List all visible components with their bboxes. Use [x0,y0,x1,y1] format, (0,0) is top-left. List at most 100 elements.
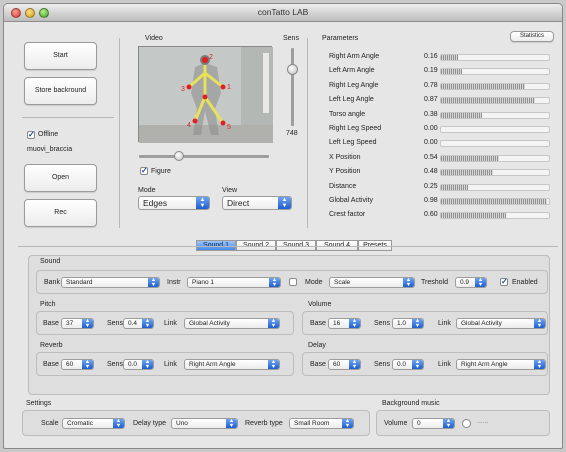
figure-point-label: 4 [187,122,191,129]
bank-select[interactable]: Standard ▲ ▼ [61,277,160,288]
param-bar [440,82,550,90]
sens-slider-track[interactable] [291,48,294,126]
param-bar [440,169,550,177]
music-radio[interactable] [462,419,471,428]
volume-sens-value: 1.0 [397,320,407,327]
tabs-divider [18,246,558,247]
chevron-updown-icon: ▲ ▼ [412,319,423,328]
sound-mode-select-value: Scale [334,279,351,286]
statistics-button[interactable]: Statistics [510,31,554,42]
scale-select-value: Cromatic [67,420,94,427]
param-bar [440,212,550,220]
chevron-updown-icon: ▲ ▼ [412,360,423,369]
figure-point-label: 5 [227,124,231,131]
sens-slider-knob[interactable] [287,64,298,75]
volume-base-stepper[interactable]: 16 ▲ ▼ [328,318,361,329]
sound-mode-select[interactable]: Scale ▲ ▼ [329,277,415,288]
sens-value: 748 [286,130,298,137]
pitch-link-select[interactable]: Global Activity ▲ ▼ [184,318,280,329]
pitch-base-value: 37 [66,320,74,327]
pitch-sens-value: 0.4 [128,320,138,327]
param-bar [440,183,550,191]
pitch-sens-stepper[interactable]: 0.4 ▲ ▼ [123,318,154,329]
chevron-updown-icon: ▲ ▼ [82,319,93,328]
music-file-placeholder: ...... [477,418,489,425]
video-frame: 1 2 3 4 5 [139,47,273,143]
threshold-slider-track[interactable] [139,155,269,158]
chevron-updown-icon: ▲ ▼ [349,360,360,369]
reverb-link-value: Right Arm Angle [189,361,236,368]
title-bar: conTatto LAB [4,4,562,22]
offline-label: Offline [38,131,59,138]
volume-link-label: Link [438,320,451,327]
chevron-updown-icon: ▲ ▼ [82,360,93,369]
delay-base-label: Base [310,361,326,368]
open-button[interactable]: Open [24,164,97,192]
reverb-type-label: Reverb type [245,420,283,427]
volume-link-value: Global Activity [461,320,502,327]
param-value: 0.87 [424,96,438,104]
chevron-updown-icon: ▲ ▼ [148,278,159,287]
music-volume-select[interactable]: 0 ▲ ▼ [412,418,455,429]
reverb-sens-stepper[interactable]: 0.0 ▲ ▼ [123,359,154,370]
treshold-stepper[interactable]: 0.9 ▲ ▼ [455,277,487,288]
chevron-updown-icon: ▲ ▼ [226,419,237,428]
enabled-label: Enabled [512,279,538,286]
delay-type-value: Uno [176,420,188,427]
figure-joint [220,84,226,90]
chevron-updown-icon: ▲ ▼ [142,319,153,328]
column-divider [119,38,120,228]
param-value: 0.00 [424,125,438,132]
param-name: Distance [329,182,357,190]
scale-select[interactable]: Cromatic ▲ ▼ [62,418,125,429]
reverb-link-select[interactable]: Right Arm Angle ▲ ▼ [184,359,280,370]
figure-point-label: 3 [181,86,185,93]
reverb-base-stepper[interactable]: 60 ▲ ▼ [61,359,94,370]
start-button[interactable]: Start [24,42,97,70]
view-select[interactable]: Direct ▲ ▼ [222,196,292,210]
threshold-slider-knob[interactable] [174,151,184,161]
param-name: Left Arm Angle [329,67,375,75]
parameters-title: Parameters [322,35,359,42]
volume-sens-stepper[interactable]: 1.0 ▲ ▼ [392,318,424,329]
reverb-type-select[interactable]: Small Room ▲ ▼ [289,418,354,429]
delay-base-value: 60 [333,361,341,368]
pitch-sens-label: Sens [107,320,123,327]
reverb-title: Reverb [40,342,63,349]
pitch-title: Pitch [40,301,56,308]
param-bar-fill [441,213,506,219]
chevron-updown-icon: ▲ ▼ [268,319,279,328]
delay-link-select[interactable]: Right Arm Angle ▲ ▼ [456,359,546,370]
rec-button[interactable]: Rec [24,199,97,227]
param-name: X Position [329,153,361,161]
chevron-updown-icon: ▲ ▼ [475,278,486,287]
bank-label: Bank [44,279,60,286]
param-name: Torso angle [329,110,366,118]
param-bar [440,111,550,119]
mode-select[interactable]: Edges ▲ ▼ [138,196,210,210]
figure-checkbox[interactable]: ✓ [140,167,148,175]
param-name: Y Position [329,168,361,176]
music-volume-label: Volume [384,420,408,427]
figure-joint [186,84,192,90]
mode-enable-checkbox[interactable] [289,278,297,286]
pitch-link-label: Link [164,320,177,327]
pitch-base-stepper[interactable]: 37 ▲ ▼ [61,318,94,329]
store-background-button[interactable]: Store backround [24,77,97,105]
figure-joint [192,118,198,124]
instr-select[interactable]: Piano 1 ▲ ▼ [187,277,281,288]
figure-point-label: 1 [227,84,231,91]
delay-sens-stepper[interactable]: 0.0 ▲ ▼ [392,359,424,370]
enabled-checkbox[interactable]: ✓ [500,278,508,286]
param-name: Left Leg Angle [329,96,374,104]
chevron-updown-icon: ▲ ▼ [342,419,353,428]
mode-select-value: Edges [143,198,168,208]
column-divider [307,38,308,228]
delay-base-stepper[interactable]: 60 ▲ ▼ [328,359,361,370]
chevron-updown-icon: ▲ ▼ [278,197,291,209]
chevron-updown-icon: ▲ ▼ [142,360,153,369]
settings-title: Settings [26,400,52,407]
delay-type-select[interactable]: Uno ▲ ▼ [171,418,238,429]
volume-link-select[interactable]: Global Activity ▲ ▼ [456,318,546,329]
offline-checkbox[interactable]: ✓ [27,131,35,139]
